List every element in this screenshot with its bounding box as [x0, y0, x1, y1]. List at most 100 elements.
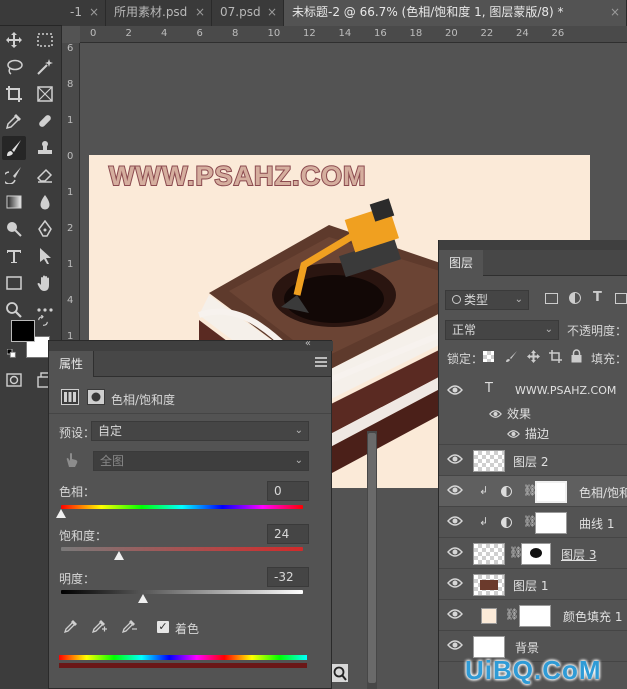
filter-adjustment-icon[interactable] — [569, 292, 581, 304]
move-tool-icon[interactable] — [2, 28, 26, 52]
layer-mask-thumbnail[interactable] — [521, 543, 551, 565]
eye-icon[interactable] — [447, 639, 463, 653]
targeted-adjustment-icon[interactable] — [63, 451, 81, 469]
lock-all-icon[interactable] — [571, 349, 582, 363]
path-selection-icon[interactable] — [33, 244, 57, 268]
default-colors-icon[interactable] — [6, 348, 18, 360]
hand-tool-icon[interactable] — [33, 271, 57, 295]
close-icon[interactable]: × — [89, 0, 99, 24]
layers-panel: 图层 类型 ⌄ T 正常 ⌄ 不透明度： 锁定： 填充： T WWW.PSAHZ… — [438, 240, 627, 689]
eye-icon[interactable] — [489, 408, 502, 422]
eyedropper-plus-icon[interactable] — [91, 618, 107, 634]
tab-properties[interactable]: 属性 — [49, 351, 95, 377]
lock-artboard-icon[interactable] — [549, 350, 562, 363]
tab-doc-1[interactable]: -1 × — [62, 0, 106, 26]
eye-icon[interactable] — [447, 384, 463, 398]
lock-image-icon[interactable] — [505, 350, 518, 363]
saturation-input[interactable]: 24 — [267, 524, 309, 544]
layer-row-hue-saturation[interactable]: ↲ ⛓ 色相/饱和 — [439, 476, 627, 507]
filter-pixel-icon[interactable] — [545, 293, 558, 304]
lock-transparent-icon[interactable] — [483, 351, 494, 362]
hue-slider-thumb[interactable] — [56, 509, 66, 518]
frame-tool-icon[interactable] — [33, 82, 57, 106]
lightness-input[interactable]: -32 — [267, 567, 309, 587]
ruler-tick-label: 1 — [67, 187, 74, 198]
channel-dropdown[interactable]: 全图 ⌄ — [93, 451, 309, 471]
zoom-icon[interactable] — [332, 664, 348, 682]
filter-type-icon[interactable]: T — [593, 290, 602, 305]
eye-icon[interactable] — [447, 515, 463, 529]
eye-icon[interactable] — [447, 453, 463, 467]
eye-icon[interactable] — [447, 546, 463, 560]
lightness-slider-thumb[interactable] — [138, 594, 149, 603]
stamp-tool-icon[interactable] — [33, 136, 57, 160]
swap-colors-icon[interactable] — [36, 314, 50, 328]
eyedropper-icon[interactable] — [63, 618, 79, 634]
fill-color-swatch[interactable] — [481, 608, 497, 624]
history-brush-icon[interactable] — [2, 163, 26, 187]
close-icon[interactable]: × — [267, 0, 277, 24]
layer-mask-thumbnail[interactable] — [519, 605, 551, 627]
brush-tool-icon[interactable] — [2, 136, 26, 160]
lock-position-icon[interactable] — [527, 350, 540, 363]
close-icon[interactable]: × — [195, 0, 205, 24]
tab-07-psd[interactable]: 07.psd × — [212, 0, 284, 26]
collapse-icon[interactable]: « — [305, 338, 311, 349]
eye-icon[interactable] — [507, 428, 520, 442]
properties-scrollbar[interactable] — [367, 431, 377, 689]
eyedropper-minus-icon[interactable] — [121, 618, 137, 634]
layer-row-layer-3[interactable]: ⛓ 图层 3 — [439, 538, 627, 569]
layer-mask-thumbnail[interactable] — [535, 481, 567, 503]
hue-input[interactable]: 0 — [267, 481, 309, 501]
rectangle-tool-icon[interactable] — [2, 271, 26, 295]
adjustment-circle-icon — [501, 517, 512, 528]
panel-menu-icon[interactable] — [315, 357, 327, 367]
pen-tool-icon[interactable] — [33, 217, 57, 241]
tab-materials-psd[interactable]: 所用素材.psd × — [106, 0, 212, 26]
quick-mask-icon[interactable] — [2, 368, 26, 392]
layer-mask-thumbnail[interactable] — [535, 512, 567, 534]
filter-shape-icon[interactable] — [615, 293, 627, 304]
layer-row-curves-1[interactable]: ↲ ⛓ 曲线 1 — [439, 507, 627, 538]
layer-row-effects[interactable]: 效果 — [439, 403, 627, 423]
eye-icon[interactable] — [447, 484, 463, 498]
layer-filter-dropdown[interactable]: 类型 ⌄ — [445, 290, 529, 310]
layer-row-stroke[interactable]: 描边 — [439, 423, 627, 445]
marquee-tool-icon[interactable] — [33, 28, 57, 52]
colorize-checkbox[interactable]: ✓ — [157, 621, 169, 633]
eraser-tool-icon[interactable] — [33, 163, 57, 187]
layer-row-layer-1[interactable]: 图层 1 — [439, 569, 627, 600]
tab-untitled-2[interactable]: 未标题-2 @ 66.7% (色相/饱和度 1, 图层蒙版/8) * × — [284, 0, 627, 26]
layer-row-layer-2[interactable]: 图层 2 — [439, 445, 627, 476]
zoom-tool-icon[interactable] — [2, 298, 26, 322]
link-icon[interactable]: ⛓ — [505, 608, 519, 621]
foreground-color-swatch[interactable] — [11, 320, 35, 342]
healing-brush-icon[interactable] — [33, 109, 57, 133]
effects-label: 效果 — [507, 407, 532, 421]
layer-mask-icon[interactable] — [87, 389, 105, 405]
gradient-tool-icon[interactable] — [2, 190, 26, 214]
layer-row-color-fill-1[interactable]: ⛓ 颜色填充 1 — [439, 600, 627, 631]
magic-wand-icon[interactable] — [33, 55, 57, 79]
tab-layers[interactable]: 图层 — [439, 250, 484, 276]
blend-mode-value: 正常 — [452, 323, 477, 337]
blur-tool-icon[interactable] — [33, 190, 57, 214]
blend-mode-dropdown[interactable]: 正常 ⌄ — [445, 320, 559, 340]
close-icon[interactable]: × — [610, 0, 620, 24]
saturation-slider-track[interactable] — [61, 547, 303, 551]
dodge-tool-icon[interactable] — [2, 217, 26, 241]
saturation-slider-thumb[interactable] — [114, 551, 125, 560]
eyedropper-icon[interactable] — [2, 109, 26, 133]
lightness-slider-track[interactable] — [61, 590, 303, 594]
eye-icon[interactable] — [447, 577, 463, 591]
crop-tool-icon[interactable] — [2, 82, 26, 106]
adjustment-layer-icon[interactable] — [61, 389, 79, 405]
preset-dropdown[interactable]: 自定 ⌄ — [91, 421, 309, 441]
type-tool-icon[interactable] — [2, 244, 26, 268]
lasso-tool-icon[interactable] — [2, 55, 26, 79]
ruler-tick-label: 8 — [232, 28, 239, 39]
scrollbar-thumb[interactable] — [368, 433, 376, 683]
hue-slider-track[interactable] — [61, 505, 303, 509]
eye-icon[interactable] — [447, 608, 463, 622]
adjustment-circle-icon — [501, 486, 512, 497]
